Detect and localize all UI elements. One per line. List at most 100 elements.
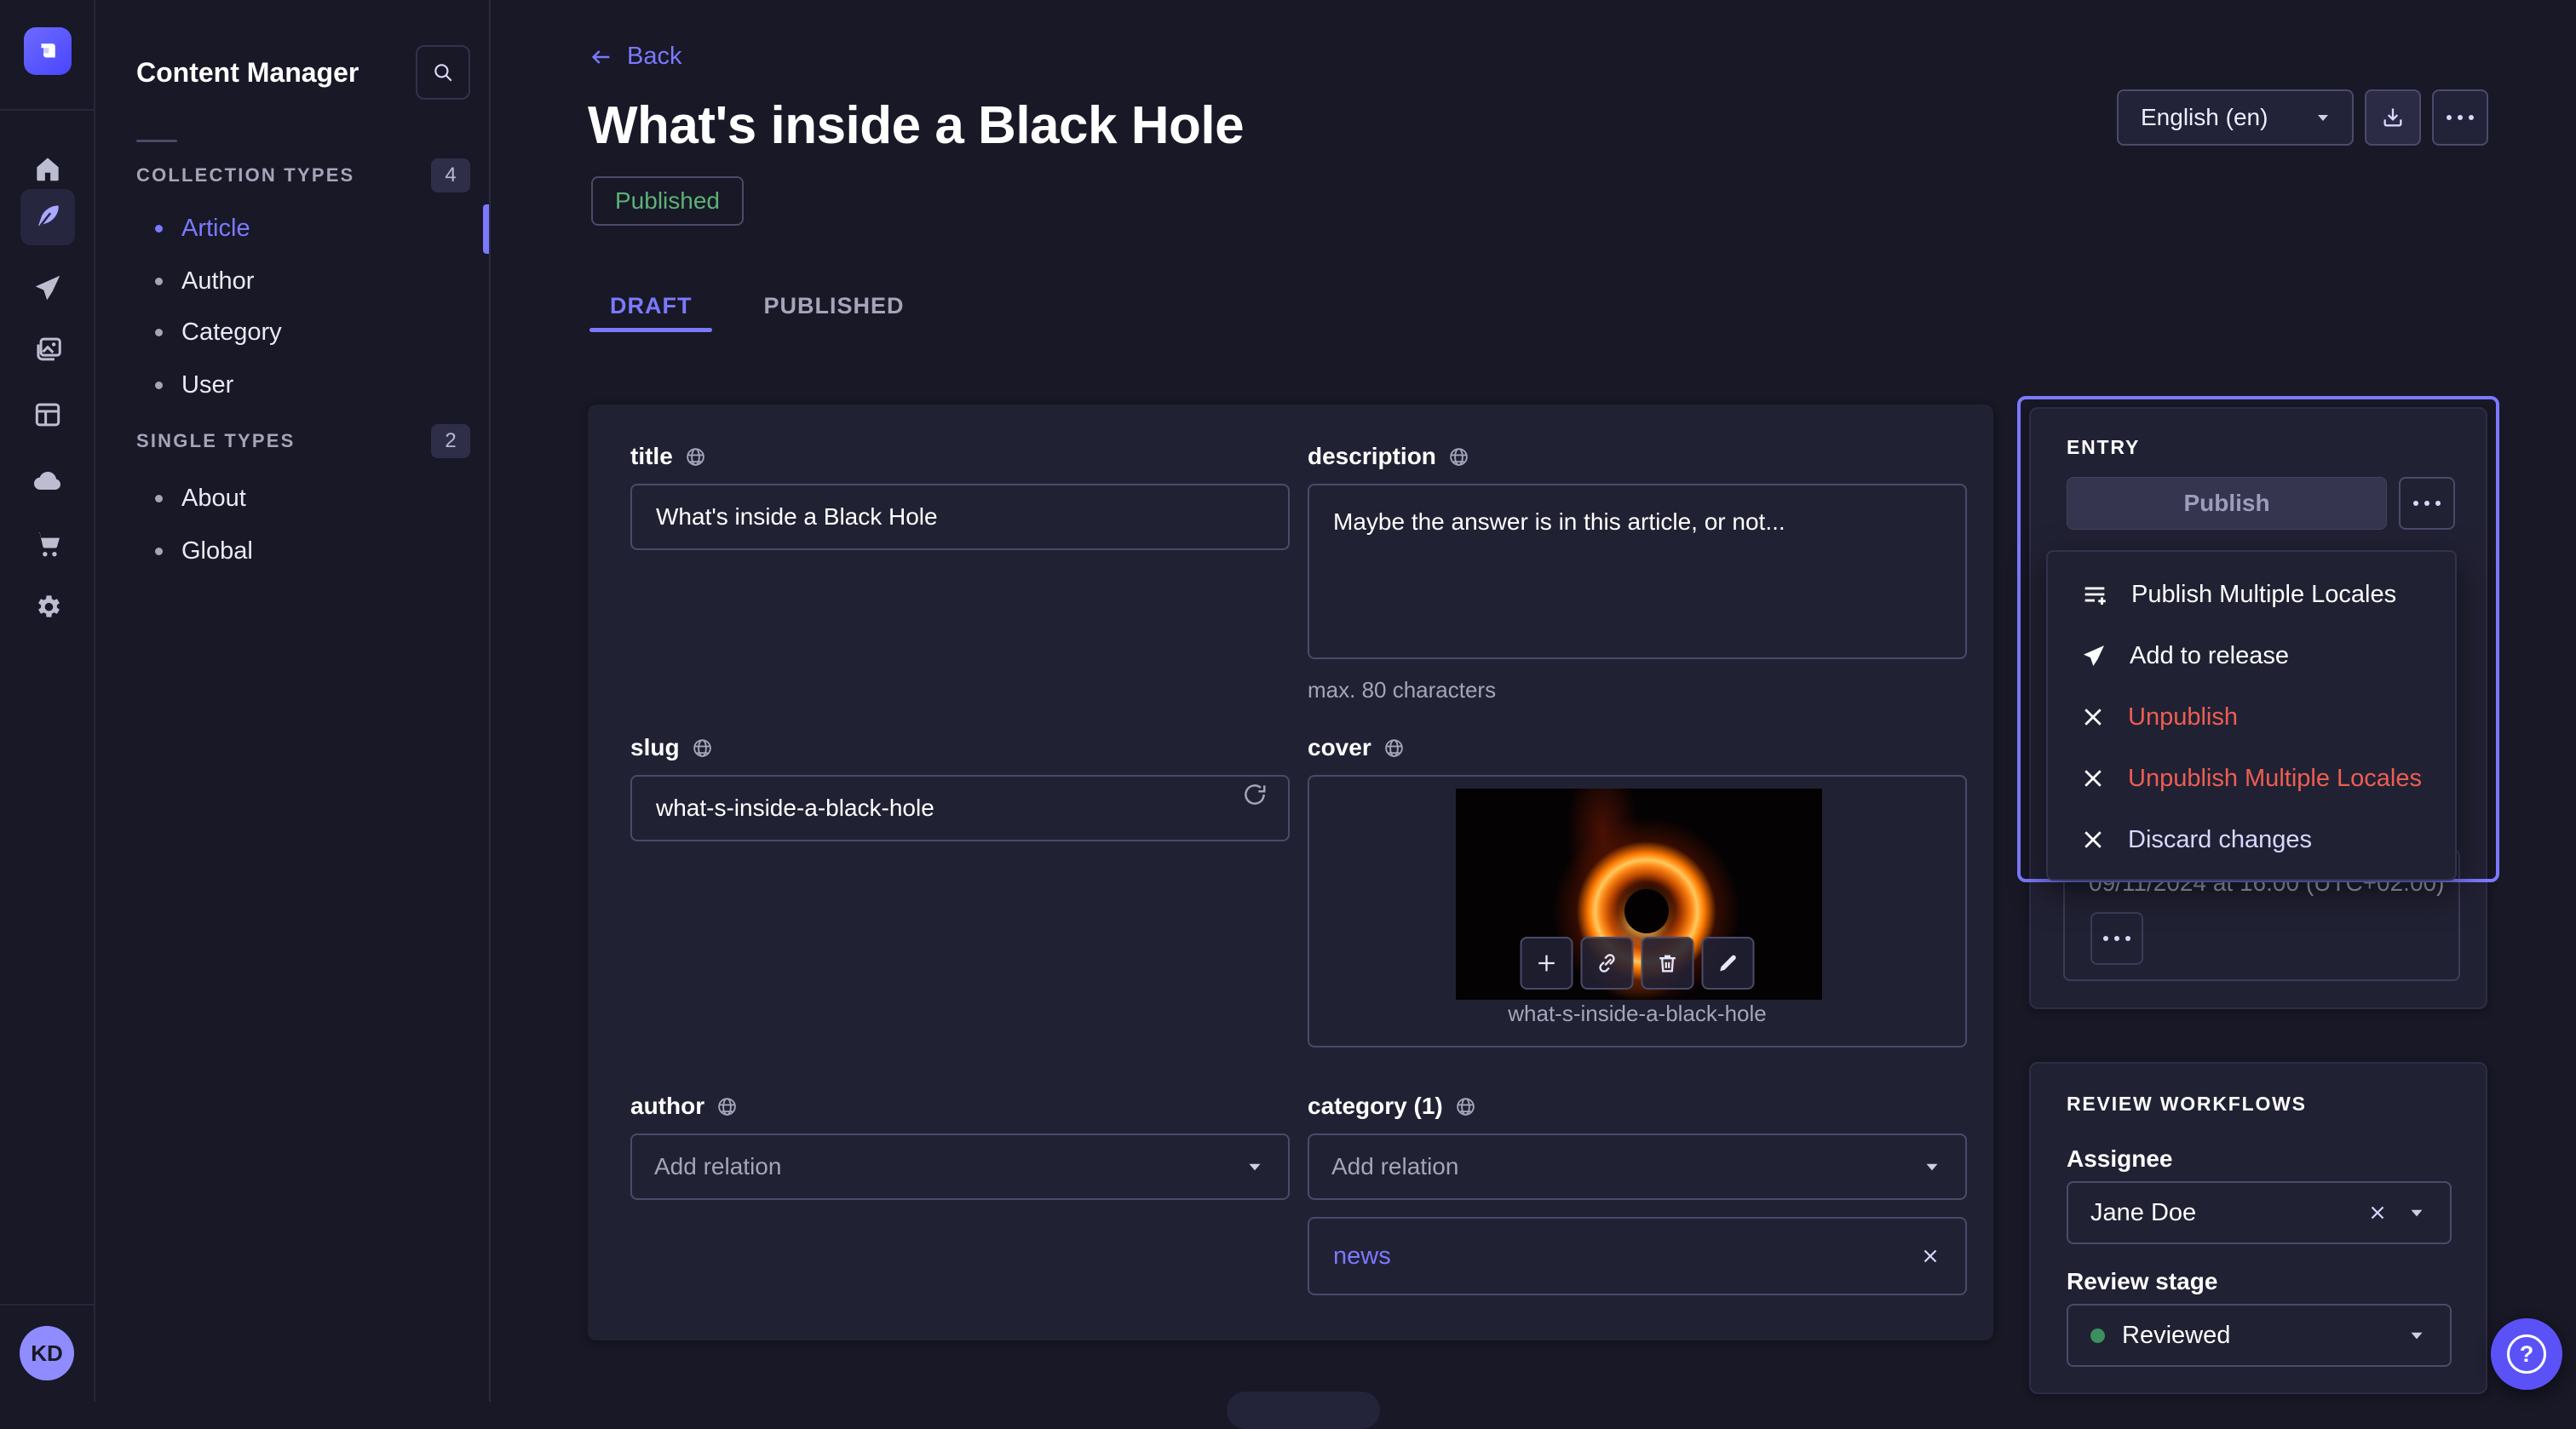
send-icon (2080, 642, 2107, 669)
author-placeholder: Add relation (654, 1153, 781, 1180)
relation-news-link[interactable]: news (1333, 1242, 1391, 1271)
content-type-builder-icon[interactable] (20, 387, 75, 442)
regenerate-slug-icon[interactable] (1242, 782, 1268, 807)
sidebar-divider (136, 140, 177, 142)
pencil-icon (1716, 951, 1740, 975)
content-manager-icon[interactable] (20, 189, 75, 245)
rail-divider-bottom (0, 1304, 95, 1306)
menu-item-add-to-release[interactable]: Add to release (2048, 625, 2455, 686)
question-mark-icon: ? (2507, 1334, 2546, 1374)
sidebar-item-label: Article (181, 215, 250, 243)
rail-divider (0, 109, 95, 111)
sidebar-item-about[interactable]: About (136, 473, 470, 524)
cover-actions (1521, 937, 1755, 990)
remove-relation-icon[interactable] (1919, 1245, 1941, 1267)
sidebar-item-label: About (181, 485, 246, 513)
author-field-label: author (630, 1093, 704, 1120)
menu-item-label: Unpublish Multiple Locales (2128, 765, 2422, 793)
delete-media-button[interactable] (1642, 937, 1694, 990)
strapi-logo[interactable] (24, 27, 72, 75)
review-stage-label: Review stage (2067, 1268, 2217, 1295)
stage-status-dot (2090, 1329, 2105, 1343)
releases-icon[interactable] (20, 261, 75, 315)
header-actions: English (en) (2117, 89, 2488, 146)
arrow-left-icon (589, 45, 613, 69)
collection-types-count-badge: 4 (431, 158, 470, 192)
help-button[interactable]: ? (2491, 1318, 2562, 1390)
menu-item-unpublish[interactable]: Unpublish (2048, 686, 2455, 748)
menu-item-label: Discard changes (2128, 826, 2312, 854)
cover-media-card: what-s-inside-a-black-hole (1308, 775, 1967, 1047)
chevron-down-icon (1921, 1156, 1943, 1178)
copy-link-button[interactable] (1581, 937, 1634, 990)
review-stage-select[interactable]: Reviewed (2067, 1304, 2452, 1367)
cover-caption: what-s-inside-a-black-hole (1309, 1001, 1965, 1027)
sidebar-item-label: Category (181, 319, 282, 347)
add-media-button[interactable] (1521, 937, 1573, 990)
user-avatar[interactable]: KD (20, 1326, 74, 1380)
chevron-down-icon (2313, 107, 2333, 128)
tab-draft[interactable]: DRAFT (589, 279, 712, 332)
title-input[interactable] (630, 484, 1290, 550)
section-single-types: SINGLE TYPES (136, 430, 296, 452)
menu-item-publish-multiple-locales[interactable]: Publish Multiple Locales (2048, 564, 2455, 625)
sidebar-item-category[interactable]: Category (136, 307, 470, 358)
locale-select[interactable]: English (en) (2117, 89, 2354, 146)
download-icon (2381, 106, 2405, 129)
cross-icon (2080, 766, 2106, 791)
title-field-label: title (630, 443, 673, 470)
export-download-button[interactable] (2365, 89, 2421, 146)
active-item-indicator (483, 204, 489, 254)
globe-icon (1448, 446, 1469, 468)
description-textarea[interactable]: Maybe the answer is in this article, or … (1308, 484, 1967, 659)
slug-input[interactable] (630, 775, 1290, 841)
assignee-select[interactable]: Jane Doe (2067, 1181, 2452, 1244)
deploy-cloud-icon[interactable] (20, 454, 75, 508)
author-relation-select[interactable]: Add relation (630, 1133, 1290, 1200)
header-more-button[interactable] (2432, 89, 2488, 146)
more-icon (2103, 936, 2130, 941)
bullet-icon (155, 225, 163, 232)
collapsed-bottom-button[interactable] (1227, 1392, 1380, 1429)
single-types-count-badge: 2 (431, 424, 470, 458)
entry-heading: ENTRY (2067, 436, 2140, 459)
search-button[interactable] (416, 45, 470, 100)
home-icon[interactable] (20, 141, 75, 196)
chevron-down-icon (1244, 1156, 1266, 1178)
entry-more-button[interactable] (2399, 477, 2455, 530)
sidebar-item-user[interactable]: User (136, 359, 470, 410)
review-workflows-heading: REVIEW WORKFLOWS (2067, 1093, 2307, 1116)
back-link[interactable]: Back (589, 43, 681, 71)
category-relation-select[interactable]: Add relation (1308, 1133, 1967, 1200)
publish-button[interactable]: Publish (2067, 477, 2387, 530)
status-badge: Published (591, 176, 744, 226)
bullet-icon (155, 278, 163, 285)
sidebar-item-author[interactable]: Author (136, 255, 470, 307)
settings-gear-icon[interactable] (20, 579, 75, 634)
tab-label: DRAFT (610, 293, 692, 319)
slug-field-label: slug (630, 734, 680, 761)
locale-value: English (en) (2141, 104, 2268, 131)
marketplace-cart-icon[interactable] (20, 516, 75, 571)
review-workflows-card: REVIEW WORKFLOWS Assignee Jane Doe Revie… (2029, 1062, 2487, 1394)
sidebar-item-label: Global (181, 537, 253, 565)
edit-media-button[interactable] (1702, 937, 1755, 990)
more-icon (2447, 115, 2474, 120)
menu-item-unpublish-multiple-locales[interactable]: Unpublish Multiple Locales (2048, 748, 2455, 809)
clear-assignee-icon[interactable] (2366, 1202, 2389, 1224)
list-plus-icon (2080, 580, 2109, 609)
bullet-icon (155, 329, 163, 336)
menu-item-label: Add to release (2130, 642, 2289, 670)
more-icon (2413, 501, 2441, 506)
menu-item-discard-changes[interactable]: Discard changes (2048, 809, 2455, 870)
description-field-label: description (1308, 443, 1436, 470)
tab-published[interactable]: PUBLISHED (743, 279, 924, 332)
entry-actions-menu: Publish Multiple Locales Add to release … (2046, 550, 2457, 881)
media-library-icon[interactable] (20, 322, 75, 376)
chevron-down-icon (2406, 1202, 2428, 1224)
sidebar-item-label: Author (181, 267, 254, 296)
category-relation-item[interactable]: news (1308, 1217, 1967, 1295)
sidebar-item-global[interactable]: Global (136, 525, 470, 577)
sidebar-item-article[interactable]: Article (136, 203, 470, 254)
info-more-button[interactable] (2090, 912, 2143, 965)
